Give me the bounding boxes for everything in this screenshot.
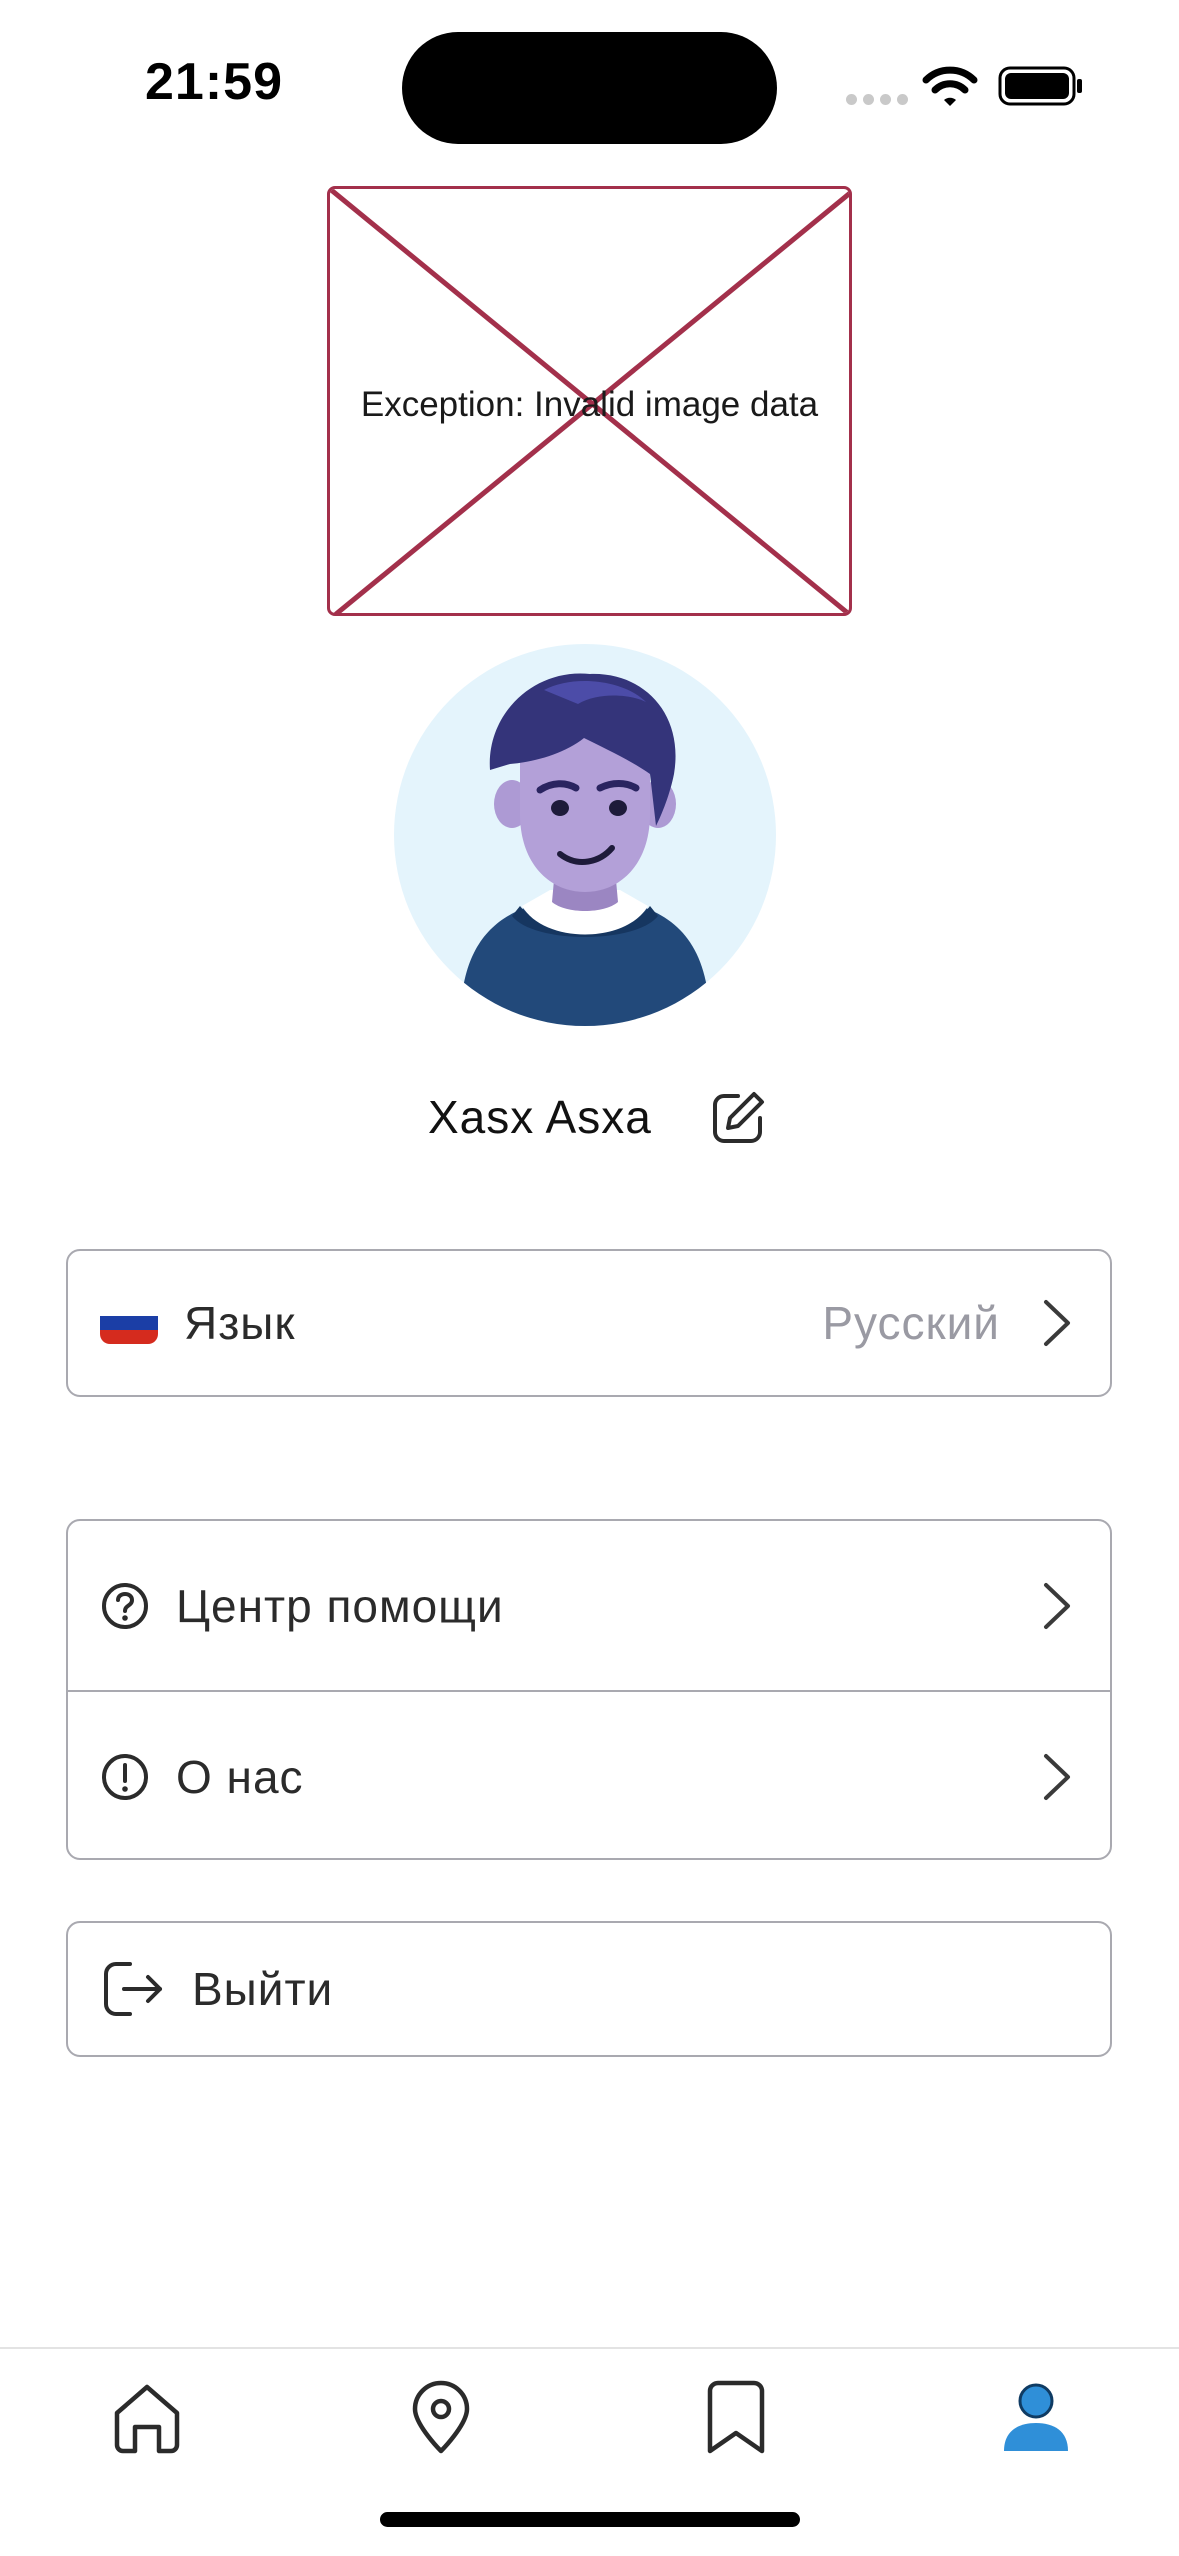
- chevron-right-icon: [1044, 1300, 1070, 1346]
- logout-label: Выйти: [192, 1963, 334, 2015]
- logout-icon: [104, 1962, 162, 2016]
- wifi-icon: [922, 66, 978, 106]
- profile-screen: 21:59 Exception: Invalid image data Xasx…: [0, 0, 1179, 2556]
- tab-profile[interactable]: [988, 2369, 1084, 2465]
- broken-image-placeholder: Exception: Invalid image data: [327, 186, 852, 616]
- status-time: 21:59: [145, 53, 283, 111]
- tab-saved[interactable]: [688, 2369, 784, 2465]
- tab-map[interactable]: [393, 2369, 489, 2465]
- edit-profile-icon[interactable]: [708, 1088, 768, 1148]
- dynamic-island: [402, 32, 777, 144]
- language-row[interactable]: Язык Русский: [68, 1251, 1110, 1395]
- help-center-row[interactable]: Центр помощи: [68, 1521, 1110, 1690]
- about-label: О нас: [176, 1750, 304, 1803]
- image-error-message: Exception: Invalid image data: [360, 385, 819, 424]
- home-icon: [114, 2384, 180, 2454]
- language-value: Русский: [822, 1297, 1000, 1349]
- battery-icon: [998, 66, 1082, 106]
- avatar[interactable]: [394, 644, 776, 1026]
- chevron-right-icon: [1044, 1753, 1070, 1800]
- cellular-signal-icon: [846, 94, 908, 105]
- home-indicator: [380, 2512, 800, 2527]
- location-pin-icon: [412, 2380, 470, 2454]
- russian-flag-icon: [100, 1302, 158, 1344]
- logout-button[interactable]: Выйти: [68, 1923, 1110, 2055]
- tab-home[interactable]: [99, 2369, 195, 2465]
- exclamation-circle-icon: [102, 1753, 148, 1800]
- help-center-label: Центр помощи: [176, 1579, 504, 1632]
- bookmark-icon: [707, 2380, 765, 2454]
- question-circle-icon: [102, 1582, 148, 1629]
- language-label: Язык: [184, 1297, 296, 1349]
- profile-icon: [1004, 2383, 1068, 2451]
- logout-card: Выйти: [66, 1921, 1112, 2057]
- chevron-right-icon: [1044, 1582, 1070, 1629]
- profile-name: Xasx Asxa: [428, 1091, 652, 1143]
- info-card: Центр помощи О нас: [66, 1519, 1112, 1860]
- about-row[interactable]: О нас: [68, 1692, 1110, 1861]
- language-card: Язык Русский: [66, 1249, 1112, 1397]
